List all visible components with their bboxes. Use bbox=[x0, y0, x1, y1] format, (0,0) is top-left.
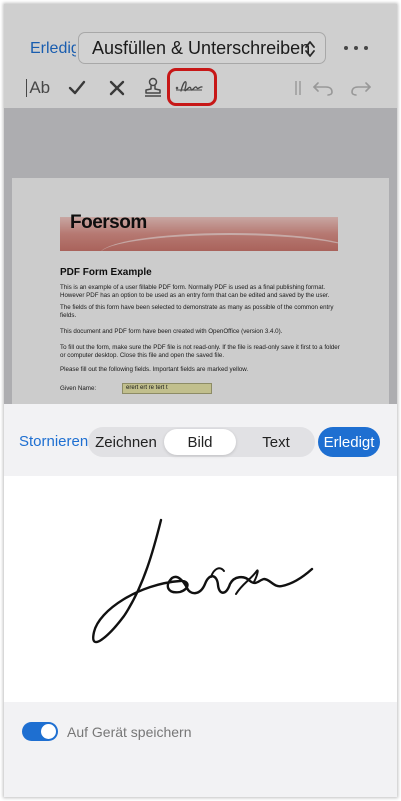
modal-dim-overlay bbox=[4, 4, 397, 404]
editor-area: Erledigt Ausfüllen & Unterschreiben Ab bbox=[4, 4, 397, 404]
signature-canvas[interactable] bbox=[4, 476, 397, 702]
signature-sheet-header: Stornieren Zeichnen Bild Text Erledigt bbox=[4, 404, 397, 476]
toggle-knob bbox=[41, 724, 56, 739]
cancel-button[interactable]: Stornieren bbox=[19, 433, 88, 450]
signature-sheet-footer: Auf Gerät speichern bbox=[4, 702, 397, 797]
segment-text[interactable]: Text bbox=[240, 429, 312, 455]
signature-image bbox=[92, 518, 314, 644]
signature-mode-segmented-control: Zeichnen Bild Text bbox=[88, 427, 315, 457]
segment-draw[interactable]: Zeichnen bbox=[91, 429, 161, 455]
done-button[interactable]: Erledigt bbox=[318, 427, 380, 457]
save-on-device-toggle[interactable] bbox=[22, 722, 58, 741]
save-on-device-label: Auf Gerät speichern bbox=[67, 724, 192, 740]
segment-image[interactable]: Bild bbox=[164, 429, 236, 455]
screen: Erledigt Ausfüllen & Unterschreiben Ab bbox=[4, 4, 397, 797]
